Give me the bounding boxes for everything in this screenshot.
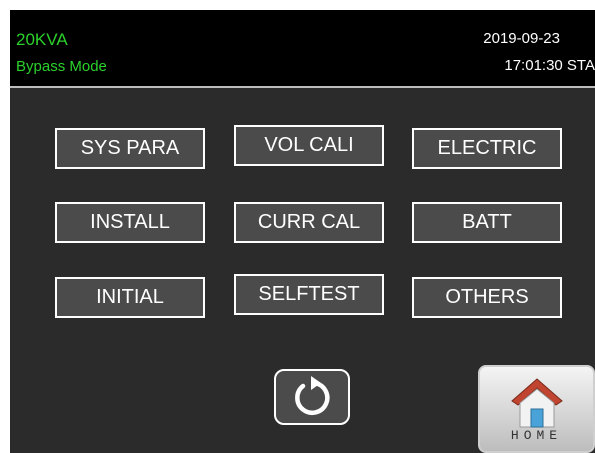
hmi-screen: 20KVA Bypass Mode 2019-09-23 17:01:30 ST… xyxy=(10,10,595,453)
back-button[interactable] xyxy=(274,369,350,425)
button-label: SELFTEST xyxy=(258,283,360,305)
initial-button[interactable]: INITIAL xyxy=(55,277,205,318)
install-button[interactable]: INSTALL xyxy=(55,202,205,243)
vol-cali-button[interactable]: VOL CALI xyxy=(234,125,384,166)
button-label: VOL CALI xyxy=(264,134,354,156)
refresh-back-icon xyxy=(295,376,330,415)
button-label: ELECTRIC xyxy=(437,137,537,159)
home-label: HOME xyxy=(510,428,563,443)
button-label: SYS PARA xyxy=(80,137,180,159)
operating-mode: Bypass Mode xyxy=(16,58,107,75)
curr-cal-button[interactable]: CURR CAL xyxy=(234,202,384,243)
home-button[interactable]: HOME xyxy=(478,365,595,453)
button-label: CURR CAL xyxy=(257,211,361,233)
others-button[interactable]: OTHERS xyxy=(412,277,562,318)
time-readout: 17:01:30 STA xyxy=(504,57,595,74)
sys-para-button[interactable]: SYS PARA xyxy=(55,128,205,169)
selftest-button[interactable]: SELFTEST xyxy=(234,274,384,315)
house-icon xyxy=(511,378,563,428)
model-rating: 20KVA xyxy=(16,30,68,49)
batt-button[interactable]: BATT xyxy=(412,202,562,243)
button-label: BATT xyxy=(462,211,512,233)
button-label: OTHERS xyxy=(445,286,529,308)
status-header: 20KVA Bypass Mode 2019-09-23 17:01:30 ST… xyxy=(10,10,595,88)
button-label: INITIAL xyxy=(96,286,164,308)
date-readout: 2019-09-23 xyxy=(483,30,560,47)
electric-button[interactable]: ELECTRIC xyxy=(412,128,562,169)
button-label: INSTALL xyxy=(90,211,170,233)
